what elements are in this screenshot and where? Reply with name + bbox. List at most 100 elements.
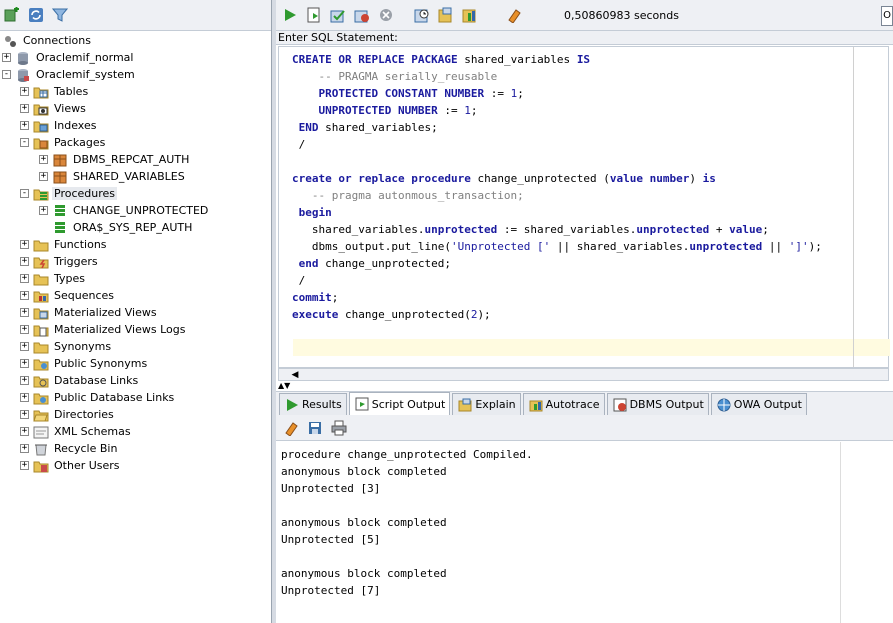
clear-icon[interactable] (504, 5, 524, 25)
tree-node-other-users[interactable]: + Other Users (20, 457, 122, 474)
expand-toggle[interactable]: + (20, 444, 29, 453)
split-arrows-icon[interactable]: ▲▼ (278, 382, 290, 390)
expand-toggle[interactable]: + (20, 325, 29, 334)
expand-toggle[interactable]: + (20, 240, 29, 249)
tab-results[interactable]: Results (279, 393, 347, 415)
tree-node-label: ORA$_SYS_REP_AUTH (73, 221, 193, 234)
expand-toggle[interactable]: + (20, 257, 29, 266)
tree-node-change-unprotected[interactable]: + CHANGE_UNPROTECTED (39, 202, 210, 219)
scroll-left-arrow-icon[interactable]: ◀ (289, 370, 301, 380)
script-output-area[interactable]: procedure change_unprotected Compiled. an… (278, 442, 889, 623)
expand-toggle[interactable]: + (20, 427, 29, 436)
expand-toggle[interactable]: + (2, 53, 11, 62)
code-line: END shared_variables; (298, 121, 438, 134)
tree-node-packages[interactable]: - Packages (20, 134, 107, 151)
connection-label: Oraclemif_system (36, 68, 135, 81)
expand-toggle[interactable]: + (20, 274, 29, 283)
new-connection-icon[interactable] (2, 5, 22, 25)
script-output-text: procedure change_unprotected Compiled. an… (281, 446, 533, 599)
cancel-icon[interactable] (376, 5, 396, 25)
sql-editor[interactable]: CREATE OR REPLACE PACKAGE shared_variabl… (278, 46, 890, 368)
save-output-icon[interactable] (305, 418, 325, 438)
expand-toggle[interactable]: + (20, 410, 29, 419)
run-script-icon[interactable] (304, 5, 324, 25)
code-line: / (292, 138, 306, 151)
filter-icon[interactable] (50, 5, 70, 25)
tree-node-label: Functions (54, 238, 107, 251)
connection-label: Oraclemif_normal (36, 51, 134, 64)
tab-label: Script Output (371, 397, 446, 411)
expand-toggle[interactable]: + (20, 359, 29, 368)
tree-node-public-database-links[interactable]: + Public Database Links (20, 389, 176, 406)
collapse-toggle[interactable]: - (20, 138, 29, 147)
tree-node-label: Procedures (52, 187, 117, 200)
commit-icon[interactable] (328, 5, 348, 25)
output-line: Unprotected [3] (281, 482, 381, 495)
tree-root-connections[interactable]: Connections (2, 32, 93, 49)
expand-toggle[interactable]: + (20, 87, 29, 96)
autotrace-icon[interactable] (460, 5, 480, 25)
tree-node-directories[interactable]: + Directories (20, 406, 116, 423)
tree-node-label: Views (54, 102, 86, 115)
expand-toggle[interactable]: + (39, 155, 48, 164)
expand-toggle[interactable]: + (20, 393, 29, 402)
tree-node-database-links[interactable]: + Database Links (20, 372, 140, 389)
tree-node-sequences[interactable]: + Sequences (20, 287, 116, 304)
connection-selector[interactable]: O (881, 6, 893, 26)
tree-node-label: XML Schemas (54, 425, 131, 438)
tree-node-label: Public Synonyms (54, 357, 148, 370)
clear-output-icon[interactable] (281, 418, 301, 438)
tab-explain[interactable]: Explain (452, 393, 521, 415)
expand-toggle[interactable]: + (20, 376, 29, 385)
output-toolbar (276, 415, 893, 441)
tree-node-triggers[interactable]: + Triggers (20, 253, 100, 270)
code-line: -- pragma autonmous_transaction; (311, 189, 524, 202)
expand-toggle[interactable]: + (39, 206, 48, 215)
collapse-toggle[interactable]: - (20, 189, 29, 198)
print-output-icon[interactable] (329, 418, 349, 438)
tab-script-output[interactable]: Script Output (348, 392, 451, 415)
tree-connection-oraclemif-normal[interactable]: + Oraclemif_normal (2, 49, 135, 66)
expand-toggle[interactable]: + (20, 308, 29, 317)
tab-autotrace[interactable]: Autotrace (522, 393, 605, 415)
tree-node-procedures[interactable]: - Procedures (20, 185, 117, 202)
run-statement-icon[interactable] (280, 5, 300, 25)
tab-dbms-output[interactable]: DBMS Output (606, 393, 709, 415)
execution-time: 0,50860983 seconds (564, 9, 679, 22)
tree-node-xml-schemas[interactable]: + XML Schemas (20, 423, 133, 440)
procedures-folder-icon (33, 187, 49, 201)
expand-toggle[interactable]: + (20, 342, 29, 351)
tree-node-functions[interactable]: + Functions (20, 236, 109, 253)
tab-owa-output[interactable]: OWA Output (710, 393, 807, 415)
tree-node-dbms-repcat-auth[interactable]: + DBMS_REPCAT_AUTH (39, 151, 191, 168)
tree-node-recycle-bin[interactable]: + Recycle Bin (20, 440, 119, 457)
output-line: anonymous block completed (281, 516, 447, 529)
tree-node-types[interactable]: + Types (20, 270, 87, 287)
expand-toggle[interactable]: + (20, 291, 29, 300)
code-line: -- PRAGMA serially_reusable (318, 70, 498, 83)
editor-horizontal-scrollbar[interactable]: ◀ (278, 368, 889, 381)
expand-toggle[interactable]: + (39, 172, 48, 181)
collapse-toggle[interactable]: - (2, 70, 11, 79)
tree-node-materialized-views-logs[interactable]: + Materialized Views Logs (20, 321, 187, 338)
expand-toggle[interactable]: + (20, 104, 29, 113)
tree-node-views[interactable]: + Views (20, 100, 88, 117)
tree-connection-oraclemif-system[interactable]: - Oraclemif_system (2, 66, 137, 83)
tree-node-shared-variables[interactable]: + SHARED_VARIABLES (39, 168, 187, 185)
sql-history-icon[interactable] (412, 5, 432, 25)
tree-node-indexes[interactable]: + Indexes (20, 117, 98, 134)
results-icon (284, 398, 300, 412)
tree-node-public-synonyms[interactable]: + Public Synonyms (20, 355, 149, 372)
refresh-icon[interactable] (26, 5, 46, 25)
expand-toggle[interactable]: + (20, 461, 29, 470)
tab-label: DBMS Output (629, 398, 704, 411)
package-icon (52, 170, 68, 184)
explain-plan-icon[interactable] (436, 5, 456, 25)
tree-node-tables[interactable]: + Tables (20, 83, 90, 100)
rollback-icon[interactable] (352, 5, 372, 25)
tree-node-ora-sys-rep-auth[interactable]: ORA$_SYS_REP_AUTH (39, 219, 194, 236)
expand-toggle[interactable]: + (20, 121, 29, 130)
tree-node-synonyms[interactable]: + Synonyms (20, 338, 113, 355)
tree-node-materialized-views[interactable]: + Materialized Views (20, 304, 159, 321)
